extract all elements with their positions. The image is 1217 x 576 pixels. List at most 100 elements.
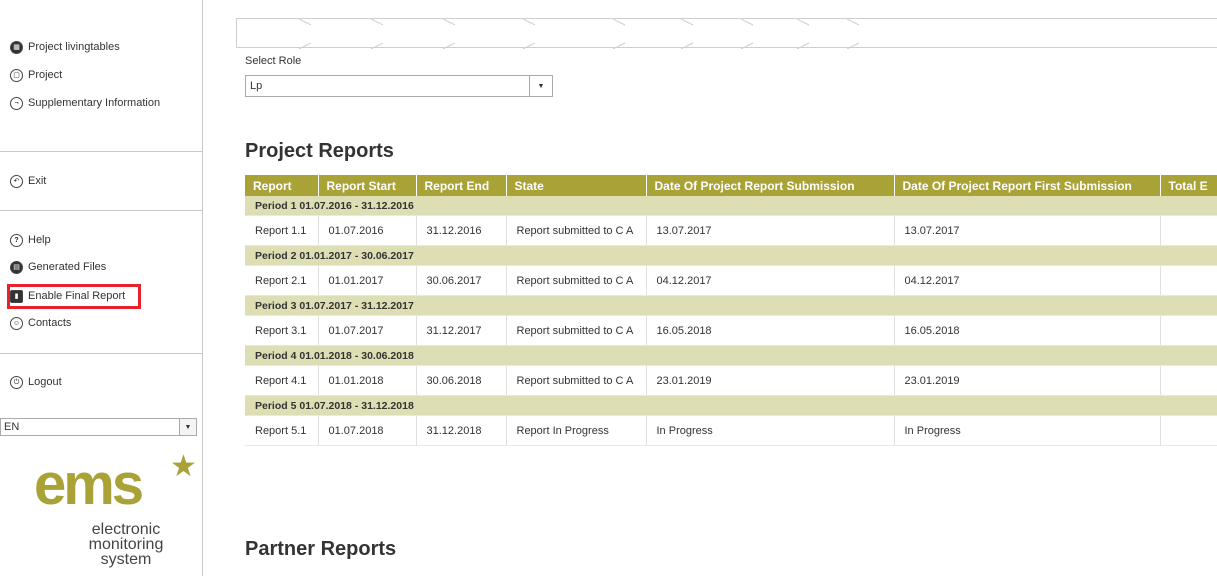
column-header[interactable]: Report End [416, 175, 507, 196]
main-content: Select Role Lp ▼ Project Reports Report … [203, 0, 1217, 576]
column-header[interactable]: Total E [1160, 175, 1217, 196]
report-cell[interactable]: Report 1.1 [245, 215, 319, 246]
period-label: Period 3 01.07.2017 - 31.12.2017 [245, 295, 1217, 316]
first-submission-cell: 13.07.2017 [894, 215, 1161, 246]
total-cell [1160, 315, 1217, 346]
report-cell[interactable]: Report 3.1 [245, 315, 319, 346]
logo-brand: ems [34, 452, 144, 517]
table-row[interactable]: Report 1.1 01.07.2016 31.12.2016 Report … [245, 215, 1217, 246]
back-arrow-icon: ↶ [10, 174, 23, 188]
sidebar-item-exit[interactable]: ↶ Exit [10, 172, 46, 190]
period-row: Period 3 01.07.2017 - 31.12.2017 [245, 295, 1217, 316]
state-cell: Report submitted to C A [506, 365, 647, 396]
divider [0, 353, 202, 354]
sidebar-item-help[interactable]: ? Help [10, 231, 51, 249]
tab-separators [298, 18, 860, 50]
language-value: EN [4, 421, 20, 433]
state-cell: Report submitted to C A [506, 215, 647, 246]
chevron-down-icon: ▼ [179, 419, 196, 435]
total-cell [1160, 265, 1217, 296]
end-cell: 31.12.2018 [416, 415, 507, 446]
first-submission-cell: 16.05.2018 [894, 315, 1161, 346]
report-cell[interactable]: Report 2.1 [245, 265, 319, 296]
sidebar-item-label: Contacts [28, 317, 72, 329]
end-cell: 31.12.2016 [416, 215, 507, 246]
sidebar: ▦ Project livingtables ▢ Project ¬ Suppl… [0, 0, 203, 576]
column-header[interactable]: Report Start [318, 175, 417, 196]
sidebar-item-label: Project [28, 69, 63, 81]
period-label: Period 1 01.07.2016 - 31.12.2016 [245, 196, 1217, 216]
period-label: Period 5 01.07.2018 - 31.12.2018 [245, 395, 1217, 416]
period-row: Period 2 01.01.2017 - 30.06.2017 [245, 245, 1217, 266]
period-row: Period 4 01.01.2018 - 30.06.2018 [245, 345, 1217, 366]
power-icon: ⏻ [10, 375, 23, 389]
column-header[interactable]: Report [245, 175, 319, 196]
table-row[interactable]: Report 2.1 01.01.2017 30.06.2017 Report … [245, 265, 1217, 296]
total-cell [1160, 215, 1217, 246]
column-header[interactable]: Date Of Project Report First Submission [894, 175, 1161, 196]
sidebar-item-label: Generated Files [28, 261, 107, 273]
start-cell: 01.01.2017 [318, 265, 417, 296]
info-icon: ¬ [10, 96, 23, 110]
logo-tagline-line: electronic [91, 521, 161, 538]
submission-cell: 04.12.2017 [646, 265, 895, 296]
help-icon: ? [10, 233, 23, 247]
state-cell: Report submitted to C A [506, 315, 647, 346]
divider [0, 210, 202, 211]
submission-cell: 13.07.2017 [646, 215, 895, 246]
start-cell: 01.07.2016 [318, 215, 417, 246]
sidebar-item-label: Logout [28, 376, 62, 388]
files-icon: ▤ [10, 260, 23, 274]
logo-tagline: electronic monitoring system [76, 521, 176, 568]
end-cell: 30.06.2017 [416, 265, 507, 296]
sidebar-item-logout[interactable]: ⏻ Logout [10, 373, 62, 391]
table-icon: ▦ [10, 40, 23, 54]
star-icon: ★ [170, 450, 197, 483]
total-cell [1160, 365, 1217, 396]
start-cell: 01.07.2018 [318, 415, 417, 446]
sidebar-item-supplementary-information[interactable]: ¬ Supplementary Information [10, 94, 160, 112]
end-cell: 30.06.2018 [416, 365, 507, 396]
section-title: Partner Reports [245, 538, 397, 560]
sidebar-item-contacts[interactable]: ☺ Contacts [10, 314, 71, 332]
highlight-box [7, 284, 141, 309]
sidebar-item-project-livingtables[interactable]: ▦ Project livingtables [10, 38, 120, 56]
period-label: Period 2 01.01.2017 - 30.06.2017 [245, 245, 1217, 266]
table-row[interactable]: Report 4.1 01.01.2018 30.06.2018 Report … [245, 365, 1217, 396]
state-cell: Report submitted to C A [506, 265, 647, 296]
sidebar-item-label: Supplementary Information [28, 97, 161, 109]
sidebar-item-generated-files[interactable]: ▤ Generated Files [10, 258, 106, 276]
period-row: Period 5 01.07.2018 - 31.12.2018 [245, 395, 1217, 416]
submission-cell: In Progress [646, 415, 895, 446]
sidebar-item-label: Help [28, 234, 51, 246]
submission-cell: 23.01.2019 [646, 365, 895, 396]
contacts-icon: ☺ [10, 316, 23, 330]
table-row[interactable]: Report 5.1 01.07.2018 31.12.2018 Report … [245, 415, 1217, 446]
project-icon: ▢ [10, 68, 23, 82]
language-select[interactable]: EN ▼ [0, 418, 197, 436]
column-header[interactable]: State [506, 175, 647, 196]
role-value: Lp [250, 80, 263, 92]
chevron-down-icon: ▼ [529, 76, 552, 96]
select-role-label: Select Role [245, 55, 302, 67]
project-reports-table: Report Report Start Report End State Dat… [245, 175, 1217, 446]
column-header[interactable]: Date Of Project Report Submission [646, 175, 895, 196]
first-submission-cell: In Progress [894, 415, 1161, 446]
report-cell[interactable]: Report 5.1 [245, 415, 319, 446]
end-cell: 31.12.2017 [416, 315, 507, 346]
table-row[interactable]: Report 3.1 01.07.2017 31.12.2017 Report … [245, 315, 1217, 346]
logo-tagline-line: system [100, 551, 152, 568]
role-select[interactable]: Lp ▼ [245, 75, 553, 97]
divider [0, 151, 202, 152]
period-row: Period 1 01.07.2016 - 31.12.2016 [245, 196, 1217, 216]
sidebar-item-project[interactable]: ▢ Project [10, 66, 62, 84]
page-title: Project Reports [245, 140, 394, 162]
first-submission-cell: 04.12.2017 [894, 265, 1161, 296]
period-label: Period 4 01.01.2018 - 30.06.2018 [245, 345, 1217, 366]
start-cell: 01.01.2018 [318, 365, 417, 396]
sidebar-item-label: Exit [28, 175, 47, 187]
state-cell: Report In Progress [506, 415, 647, 446]
report-cell[interactable]: Report 4.1 [245, 365, 319, 396]
logo-tagline-line: monitoring [88, 536, 164, 553]
ems-logo: ems ★ electronic monitoring system [30, 450, 197, 576]
